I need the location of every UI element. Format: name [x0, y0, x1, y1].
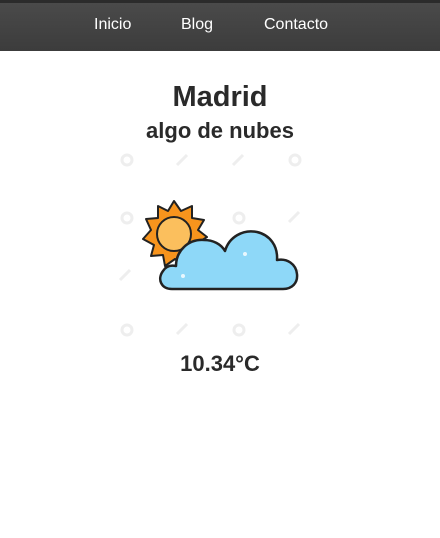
nav-item-blog[interactable]: Blog	[181, 16, 213, 34]
nav-item-inicio[interactable]: Inicio	[94, 16, 131, 34]
city-name: Madrid	[172, 81, 268, 113]
weather-description: algo de nubes	[146, 118, 294, 143]
temperature: 10.34°C	[180, 351, 260, 376]
sun-behind-cloud-icon	[115, 150, 310, 345]
navbar: Inicio Blog Contacto	[0, 0, 440, 51]
nav-item-contacto[interactable]: Contacto	[264, 16, 328, 34]
